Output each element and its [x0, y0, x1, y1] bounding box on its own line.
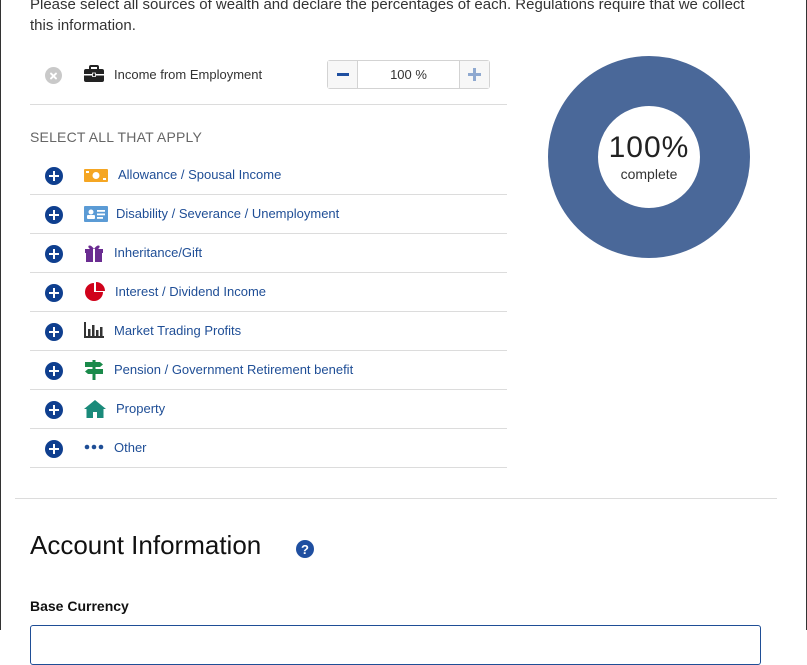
remove-source-button[interactable] [45, 67, 62, 84]
option-interest[interactable]: Interest / Dividend Income [30, 273, 507, 312]
wealth-source-list: Allowance / Spousal Income Disability / … [30, 156, 507, 468]
option-label: Disability / Severance / Unemployment [116, 206, 340, 221]
decrease-button[interactable] [328, 61, 358, 88]
option-disability[interactable]: Disability / Severance / Unemployment [30, 195, 507, 234]
option-label: Interest / Dividend Income [115, 284, 267, 299]
add-icon[interactable] [45, 323, 63, 341]
selected-source-label: Income from Employment [114, 67, 263, 82]
house-icon [84, 400, 106, 418]
option-label: Other [114, 440, 147, 455]
add-icon[interactable] [45, 440, 63, 458]
section-divider [15, 498, 777, 499]
option-pension[interactable]: Pension / Government Retirement benefit [30, 351, 507, 390]
account-information-title: Account Information [30, 530, 262, 560]
percentage-stepper [327, 60, 490, 89]
plus-icon [468, 68, 481, 81]
option-other[interactable]: Other [30, 429, 507, 468]
add-icon[interactable] [45, 167, 63, 185]
completion-donut: 100% complete [548, 56, 750, 258]
money-icon [84, 169, 108, 182]
ellipsis-icon [84, 444, 104, 450]
pie-chart-icon [85, 282, 105, 301]
gift-icon [85, 245, 103, 262]
help-icon[interactable]: ? [296, 540, 314, 558]
add-icon[interactable] [45, 206, 63, 224]
option-inheritance[interactable]: Inheritance/Gift [30, 234, 507, 273]
option-property[interactable]: Property [30, 390, 507, 429]
add-icon[interactable] [45, 401, 63, 419]
percentage-input[interactable] [358, 61, 459, 88]
select-all-heading: SELECT ALL THAT APPLY [30, 129, 203, 145]
option-label: Pension / Government Retirement benefit [114, 362, 354, 377]
option-label: Market Trading Profits [114, 323, 242, 338]
briefcase-icon [84, 65, 104, 82]
add-icon[interactable] [45, 245, 63, 263]
add-icon[interactable] [45, 284, 63, 302]
option-market-trading[interactable]: Market Trading Profits [30, 312, 507, 351]
intro-text: Please select all sources of wealth and … [30, 0, 745, 34]
add-icon[interactable] [45, 362, 63, 380]
option-label: Property [116, 401, 166, 416]
bar-chart-icon [84, 322, 104, 338]
option-allowance[interactable]: Allowance / Spousal Income [30, 156, 507, 195]
base-currency-select[interactable] [30, 625, 761, 665]
completion-percentage: 100% [608, 131, 690, 164]
minus-icon [336, 73, 349, 76]
donut-center: 100% complete [595, 103, 703, 211]
increase-button[interactable] [459, 61, 489, 88]
base-currency-label: Base Currency [30, 598, 129, 614]
option-label: Allowance / Spousal Income [118, 167, 282, 182]
signpost-icon [85, 360, 103, 380]
selected-source-row: Income from Employment [30, 56, 507, 105]
completion-caption: complete [620, 166, 678, 182]
id-card-icon [84, 206, 108, 222]
option-label: Inheritance/Gift [114, 245, 203, 260]
